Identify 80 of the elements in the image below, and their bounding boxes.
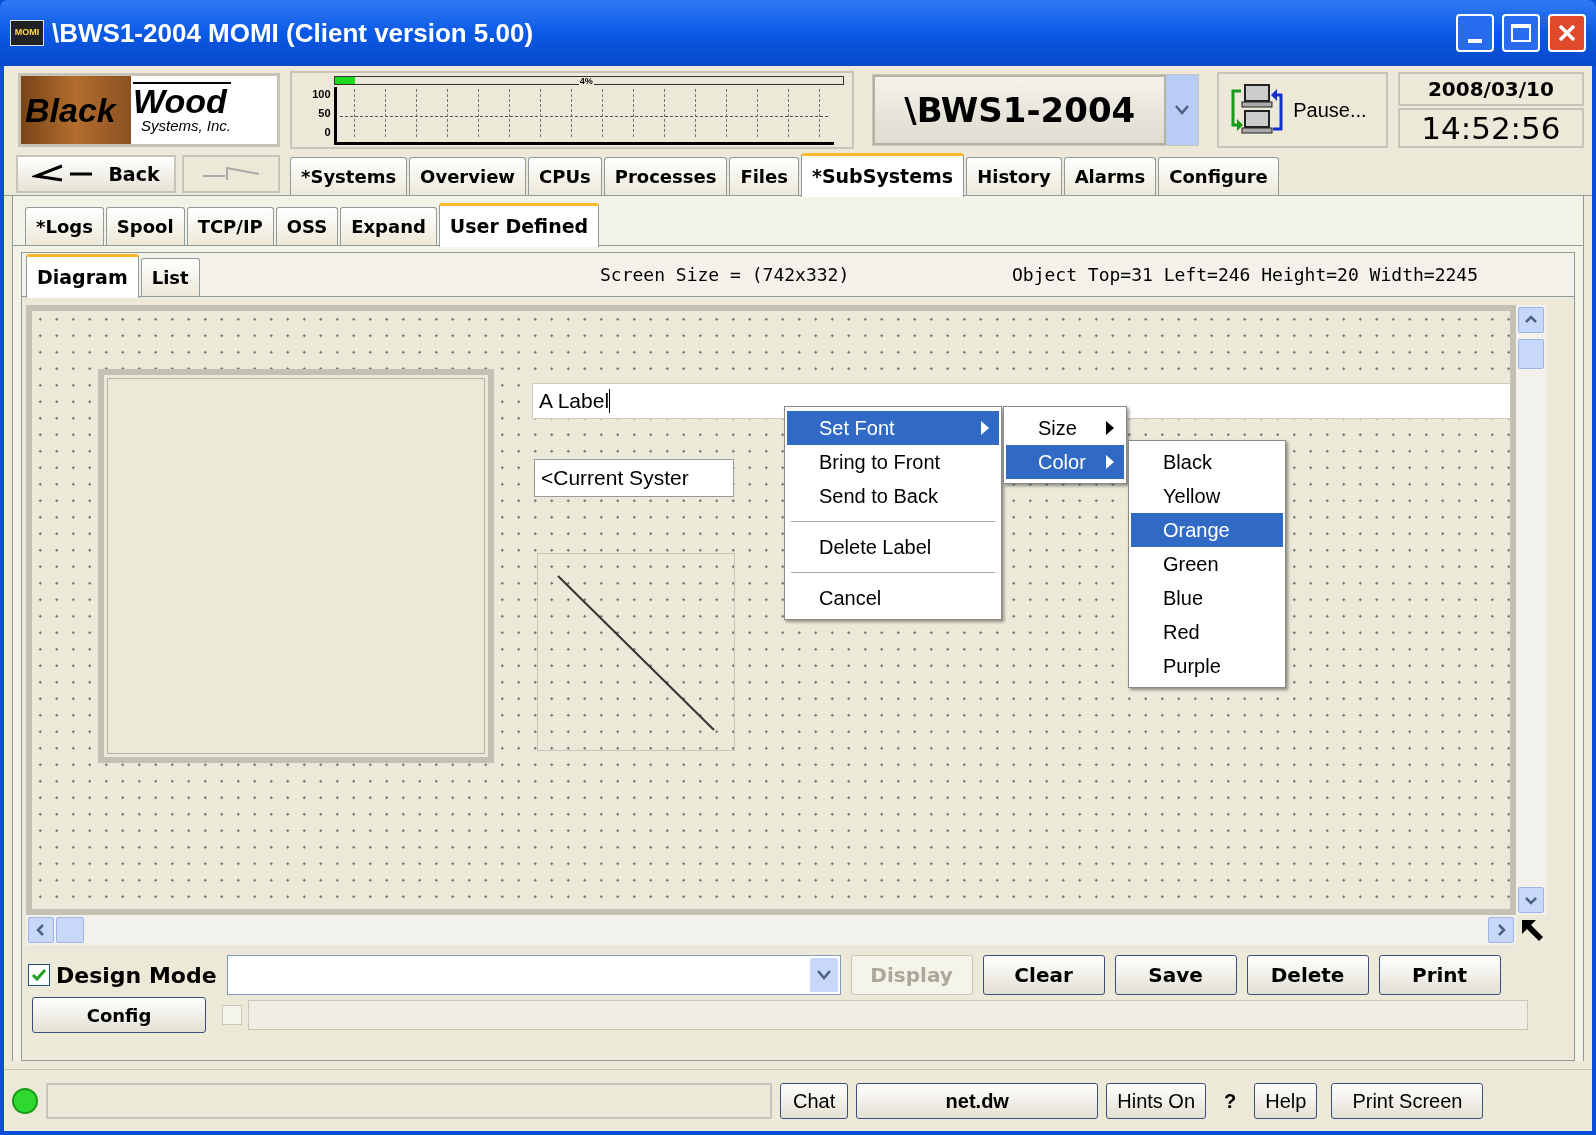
screen-size-text: Screen Size = (742x332) — [600, 263, 850, 287]
action-button[interactable]: Clear — [982, 955, 1105, 995]
line-object[interactable] — [537, 553, 735, 751]
checkmark-icon — [31, 967, 47, 983]
design-mode-label: Design Mode — [56, 961, 217, 990]
cpu-percent: 4% — [578, 77, 594, 86]
scroll-down-button[interactable] — [1518, 887, 1544, 913]
vertical-scrollbar[interactable] — [1516, 305, 1546, 915]
menu-item[interactable]: Send to Back — [787, 479, 999, 513]
submenu-arrow-icon — [1106, 421, 1114, 435]
action-button[interactable]: Delete — [1246, 955, 1369, 995]
tab[interactable]: List — [140, 258, 200, 296]
chevron-down-icon — [815, 969, 832, 981]
hints-button[interactable]: Hints On — [1106, 1082, 1207, 1119]
tab[interactable]: *SubSystems — [800, 153, 965, 197]
close-button[interactable] — [1548, 14, 1586, 52]
submenu-arrow-icon — [981, 421, 989, 435]
tab[interactable]: Processes — [603, 157, 728, 195]
tab[interactable]: *Logs — [25, 207, 104, 245]
pause-button[interactable]: Pause... — [1217, 72, 1388, 148]
submenu-arrow-icon — [1106, 455, 1114, 469]
menu-item[interactable]: Purple — [1131, 649, 1283, 683]
menu-item[interactable]: Bring to Front — [787, 445, 999, 479]
scroll-left-button[interactable] — [28, 917, 54, 943]
help-button[interactable]: Help — [1254, 1082, 1318, 1119]
app-icon: MOMI — [10, 20, 44, 46]
scroll-up-button[interactable] — [1518, 307, 1544, 333]
tab[interactable]: Overview — [409, 157, 526, 195]
scale-label: 0 — [324, 125, 331, 140]
tab[interactable]: TCP/IP — [186, 207, 274, 245]
scroll-right-button[interactable] — [1488, 917, 1514, 943]
chat-button[interactable]: Chat — [780, 1082, 849, 1119]
scroll-thumb[interactable] — [1518, 339, 1544, 369]
menu-item[interactable]: Black — [1131, 445, 1283, 479]
menu-item[interactable]: Set Font — [787, 411, 999, 445]
object-info-text: Object Top=31 Left=246 Height=20 Width=2245 — [1012, 263, 1478, 287]
system-dropdown[interactable]: \BWS1-2004 — [872, 74, 1200, 146]
menu-item[interactable]: Delete Label — [787, 530, 999, 564]
question-mark: ? — [1223, 1088, 1238, 1114]
time-display: 14:52:56 — [1397, 108, 1584, 148]
horizontal-scrollbar[interactable] — [26, 915, 1516, 945]
menu-item[interactable]: Green — [1131, 547, 1283, 581]
tab[interactable]: Spool — [105, 207, 185, 245]
back-arrow-icon — [32, 164, 95, 184]
tab[interactable]: *Systems — [290, 157, 408, 195]
menu-item[interactable]: Cancel — [787, 581, 999, 615]
design-mode-checkbox[interactable] — [28, 964, 50, 986]
layout-dropdown[interactable] — [226, 955, 841, 995]
tab[interactable]: User Defined — [438, 203, 600, 247]
menu-item[interactable]: Yellow — [1131, 479, 1283, 513]
date-display: 2008/03/10 — [1397, 72, 1584, 106]
tab[interactable]: History — [966, 157, 1062, 195]
action-button[interactable]: Print — [1378, 955, 1501, 995]
scroll-thumb[interactable] — [56, 917, 84, 943]
action-button[interactable]: Save — [1114, 955, 1237, 995]
maximize-button[interactable] — [1502, 14, 1540, 52]
chevron-down-icon — [1174, 104, 1191, 116]
config-button[interactable]: Config — [32, 997, 206, 1033]
scale-label: 50 — [318, 106, 331, 121]
tab[interactable]: Expand — [340, 207, 437, 245]
option-checkbox[interactable] — [222, 1005, 242, 1025]
back-button[interactable]: Back — [16, 155, 176, 193]
forward-button[interactable] — [182, 155, 280, 193]
minimize-button[interactable] — [1456, 14, 1494, 52]
window-title: \BWS1-2004 MOMI (Client version 5.00) — [52, 16, 534, 50]
tab[interactable]: Alarms — [1063, 157, 1157, 195]
menu-item[interactable]: Red — [1131, 615, 1283, 649]
tab[interactable]: OSS — [275, 207, 339, 245]
print-screen-button[interactable]: Print Screen — [1331, 1082, 1484, 1119]
tab[interactable]: Configure — [1158, 157, 1279, 195]
label-object[interactable]: <Current Syster — [534, 459, 734, 497]
scale-label: 100 — [312, 87, 331, 102]
menu-item[interactable]: Blue — [1131, 581, 1283, 615]
tab[interactable]: CPUs — [528, 157, 602, 195]
menu-item[interactable]: Orange — [1131, 513, 1283, 547]
tab[interactable]: Files — [729, 157, 799, 195]
tab[interactable]: Diagram — [26, 254, 139, 298]
close-icon — [1557, 23, 1577, 43]
menu-item[interactable]: Color — [1006, 445, 1124, 479]
file-button[interactable]: net.dw — [856, 1082, 1099, 1119]
